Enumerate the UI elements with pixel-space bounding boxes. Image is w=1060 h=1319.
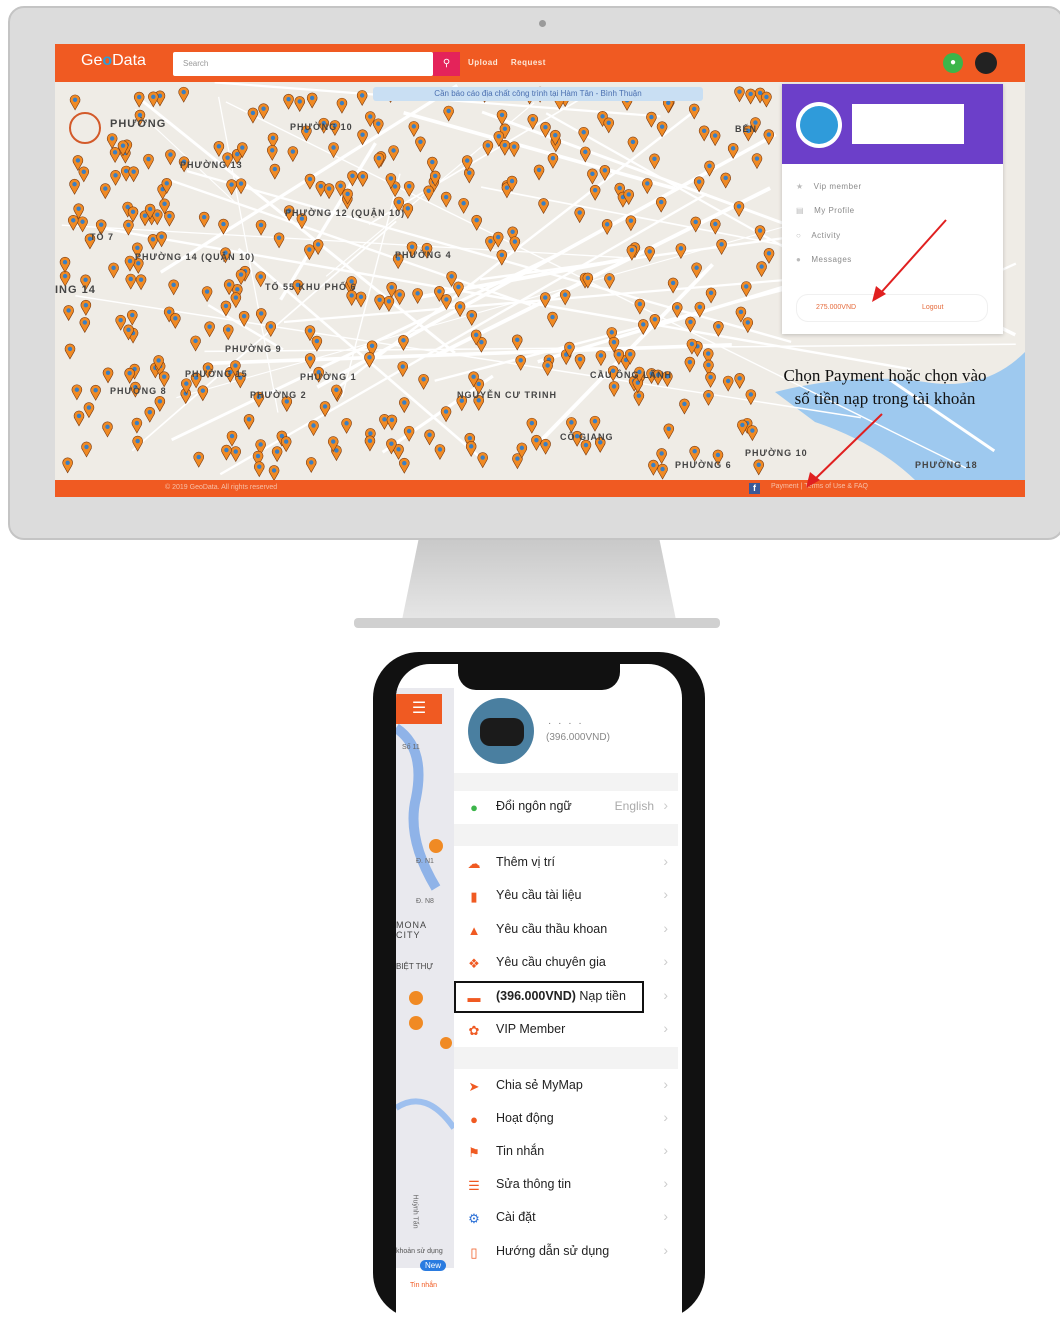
map-label: Huỳnh Tấn (411, 1194, 419, 1229)
globe-icon: ● (470, 800, 478, 815)
menu-item-label: Chia sẻ MyMap (496, 1078, 583, 1092)
ribbon-icon: ✿ (468, 1023, 480, 1038)
chevron-right-icon: › (663, 920, 668, 936)
avatar (468, 698, 534, 764)
map-label: Số 11 (402, 744, 420, 751)
book-icon: ▯ (470, 1245, 478, 1260)
menu-item-bell[interactable]: ⚑ Tin nhắn › (454, 1136, 678, 1168)
side-menu: · · · · (396.000VND) ● Đổi ngôn ngữ Englis… (454, 688, 678, 1308)
chevron-right-icon: › (663, 1020, 668, 1036)
new-badge: New (420, 1260, 447, 1271)
annotation-arrows (806, 219, 947, 488)
phone-tabbar: khoản sử dụng New Tin nhắn (396, 1248, 454, 1294)
menu-separator (454, 1047, 678, 1069)
username-dots: · · · · (548, 718, 584, 729)
account-balance: (396.000VND) (546, 732, 610, 743)
menu-item-label: Đổi ngôn ngữ (496, 799, 572, 813)
monitor-stand-base (354, 618, 720, 628)
chevron-right-icon: › (663, 1076, 668, 1092)
chevron-right-icon: › (663, 886, 668, 902)
map-label: Đ. N1 (416, 858, 434, 865)
chevron-right-icon: › (663, 797, 668, 813)
menu-separator (454, 824, 678, 846)
menu-item-flask[interactable]: ▲ Yêu cầu thầu khoan › (454, 914, 678, 946)
menu-separator (454, 773, 678, 791)
menu-item-value: English (614, 799, 654, 813)
menu-icon: ☰ (411, 700, 427, 717)
menu-item-globe[interactable]: ● Đổi ngôn ngữ English › (454, 791, 678, 823)
menu-item-lifebuoy[interactable]: ❖ Yêu cầu chuyên gia › (454, 947, 678, 979)
chevron-right-icon: › (663, 953, 668, 969)
menu-item-label: Hướng dẫn sử dụng (496, 1244, 610, 1258)
menu-item-book[interactable]: ▯ Hướng dẫn sử dụng › (454, 1236, 678, 1268)
menu-item-label: VIP Member (496, 1022, 566, 1036)
chevron-right-icon: › (663, 853, 668, 869)
chevron-right-icon: › (663, 987, 668, 1003)
menu-item-cloud-upload[interactable]: ☁ Thêm vị trí › (454, 847, 678, 879)
map-label: BIỆT THỰ (396, 962, 434, 971)
menu-item-label: Thêm vị trí (496, 855, 556, 869)
profile-header[interactable]: · · · · (396.000VND) (454, 688, 678, 773)
menu-item-sliders[interactable]: ☰ Sửa thông tin › (454, 1169, 678, 1201)
menu-item-label: Cài đặt (496, 1210, 536, 1224)
bell-icon: ⚑ (468, 1145, 480, 1160)
flask-icon: ▲ (467, 923, 481, 938)
share-icon: ➤ (468, 1079, 480, 1094)
lifebuoy-icon: ❖ (468, 956, 480, 971)
hamburger-menu-button[interactable]: ☰ (396, 694, 442, 724)
menu-item-activity[interactable]: ● Hoạt động › (454, 1103, 678, 1135)
tab-messages[interactable]: Tin nhắn (410, 1282, 437, 1289)
chevron-right-icon: › (663, 1142, 668, 1158)
menu-item-label: Sửa thông tin (496, 1177, 572, 1191)
document-icon: ▮ (470, 889, 478, 904)
chevron-right-icon: › (663, 1208, 668, 1224)
menu-item-ribbon[interactable]: ✿ VIP Member › (454, 1014, 678, 1046)
phone-map-strip[interactable]: Số 11 Đ. N1 Đ. N8 MONA CITY BIỆT THỰ Huỳ… (396, 688, 457, 1289)
menu-item-gear[interactable]: ⚙ Cài đặt › (454, 1202, 678, 1234)
chevron-right-icon: › (663, 1109, 668, 1125)
menu-item-label: Hoạt động (496, 1111, 554, 1125)
terms-label: khoản sử dụng (396, 1248, 443, 1255)
phone-notch (458, 664, 620, 690)
chevron-right-icon: › (663, 1242, 668, 1258)
phone-screen: Số 11 Đ. N1 Đ. N8 MONA CITY BIỆT THỰ Huỳ… (396, 664, 682, 1319)
phone-map-canvas (396, 723, 457, 1130)
activity-icon: ● (470, 1112, 478, 1127)
annotation-text: Chọn Payment hoặc chọn vào số tiền nạp t… (783, 366, 987, 408)
sliders-icon: ☰ (468, 1178, 480, 1193)
menu-item-label: Yêu cầu thầu khoan (496, 922, 608, 936)
chevron-right-icon: › (663, 1175, 668, 1191)
cloud-upload-icon: ☁ (467, 856, 481, 871)
highlight-box (454, 981, 644, 1013)
menu-item-label: Tin nhắn (496, 1144, 545, 1158)
menu-item-label: Yêu cầu chuyên gia (496, 955, 606, 969)
map-label: MONA CITY (396, 920, 427, 940)
menu-item-label: Yêu cầu tài liệu (496, 888, 582, 902)
menu-item-document[interactable]: ▮ Yêu cầu tài liệu › (454, 880, 678, 912)
gear-icon: ⚙ (468, 1211, 480, 1226)
map-label: Đ. N8 (416, 898, 434, 905)
menu-item-share[interactable]: ➤ Chia sẻ MyMap › (454, 1070, 678, 1102)
